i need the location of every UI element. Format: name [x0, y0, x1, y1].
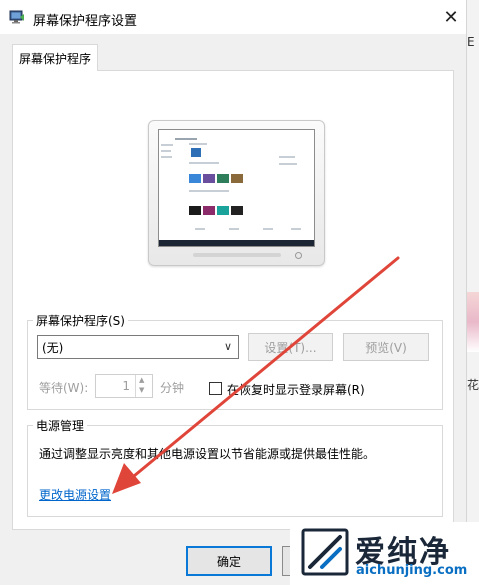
- logon-checkbox-label[interactable]: 在恢复时显示登录屏幕(R): [227, 381, 365, 398]
- preview-detail: [161, 150, 171, 152]
- screensaver-group-label: 屏幕保护程序(S): [33, 312, 128, 329]
- preview-detail: [231, 206, 243, 215]
- chevron-down-icon: ∨: [223, 340, 232, 353]
- screensaver-select[interactable]: (无) ∨: [37, 335, 239, 359]
- preview-detail: [175, 138, 197, 140]
- tab-screensaver[interactable]: 屏幕保护程序: [12, 44, 98, 71]
- preview-detail: [279, 163, 297, 165]
- monitor-chin: [193, 253, 281, 257]
- preview-detail: [231, 174, 243, 183]
- monitor-preview-screen: [158, 129, 315, 247]
- preview-detail: [217, 206, 229, 215]
- background-window-thumbnail: [467, 292, 479, 352]
- preview-taskbar: [159, 240, 314, 246]
- preview-detail: [189, 143, 207, 145]
- logon-checkbox[interactable]: [209, 382, 222, 395]
- tab-label: 屏幕保护程序: [18, 51, 91, 66]
- preview-button[interactable]: 预览(V): [343, 333, 429, 361]
- background-window-text: E: [467, 35, 475, 49]
- wait-minutes-value: 1: [122, 379, 130, 393]
- ok-button[interactable]: 确定: [186, 546, 272, 576]
- window-title: 屏幕保护程序设置: [33, 14, 138, 29]
- preview-detail: [203, 174, 215, 183]
- settings-button-label: 设置(T)...: [264, 340, 317, 355]
- preview-detail: [189, 190, 229, 192]
- preview-detail: [291, 228, 301, 230]
- chevron-up-icon[interactable]: ▲: [139, 376, 144, 384]
- screensaver-select-value: (无): [42, 340, 64, 355]
- power-led-icon: [295, 252, 302, 259]
- preview-detail: [189, 206, 201, 215]
- preview-button-label: 预览(V): [365, 340, 407, 355]
- change-power-settings-link[interactable]: 更改电源设置: [39, 486, 111, 503]
- preview-detail: [189, 174, 201, 183]
- title-bar[interactable]: 屏幕保护程序设置 ✕: [0, 0, 466, 34]
- screen: E 花 屏幕保护程序设置 ✕ 屏幕保护程序 屏幕保护程序(S) (无) ∨ 设置…: [0, 0, 479, 585]
- power-description: 通过调整显示亮度和其他电源设置以节省能源或提供最佳性能。: [39, 447, 376, 461]
- preview-detail: [203, 206, 215, 215]
- preview-detail: [279, 156, 295, 158]
- chevron-down-icon[interactable]: ▼: [139, 386, 144, 394]
- wait-label: 等待(W):: [39, 381, 89, 395]
- preview-detail: [195, 228, 205, 230]
- close-icon: ✕: [443, 6, 459, 28]
- wait-minutes-stepper[interactable]: 1 ▲ ▼: [95, 374, 153, 398]
- power-group: [27, 425, 443, 517]
- settings-button[interactable]: 设置(T)...: [248, 333, 333, 361]
- close-button[interactable]: ✕: [436, 2, 466, 32]
- screensaver-settings-dialog: 屏幕保护程序设置 ✕ 屏幕保护程序 屏幕保护程序(S) (无) ∨ 设置(T).…: [0, 0, 466, 585]
- stepper-arrows[interactable]: ▲ ▼: [135, 375, 152, 397]
- power-group-label: 电源管理: [33, 417, 88, 434]
- monitor-preview: [148, 120, 325, 266]
- preview-detail: [263, 228, 273, 230]
- background-window-text: 花: [467, 378, 479, 392]
- ok-button-label: 确定: [216, 554, 241, 569]
- screensaver-app-icon: [9, 10, 24, 24]
- preview-detail: [229, 228, 239, 230]
- wait-unit-label: 分钟: [160, 381, 185, 395]
- watermark-logo-icon: [301, 528, 349, 576]
- preview-detail: [217, 174, 229, 183]
- preview-detail: [161, 144, 173, 146]
- watermark-text-en: aichunjing.com: [356, 563, 468, 578]
- preview-detail: [161, 156, 172, 158]
- preview-detail: [191, 148, 201, 157]
- preview-detail: [189, 162, 219, 164]
